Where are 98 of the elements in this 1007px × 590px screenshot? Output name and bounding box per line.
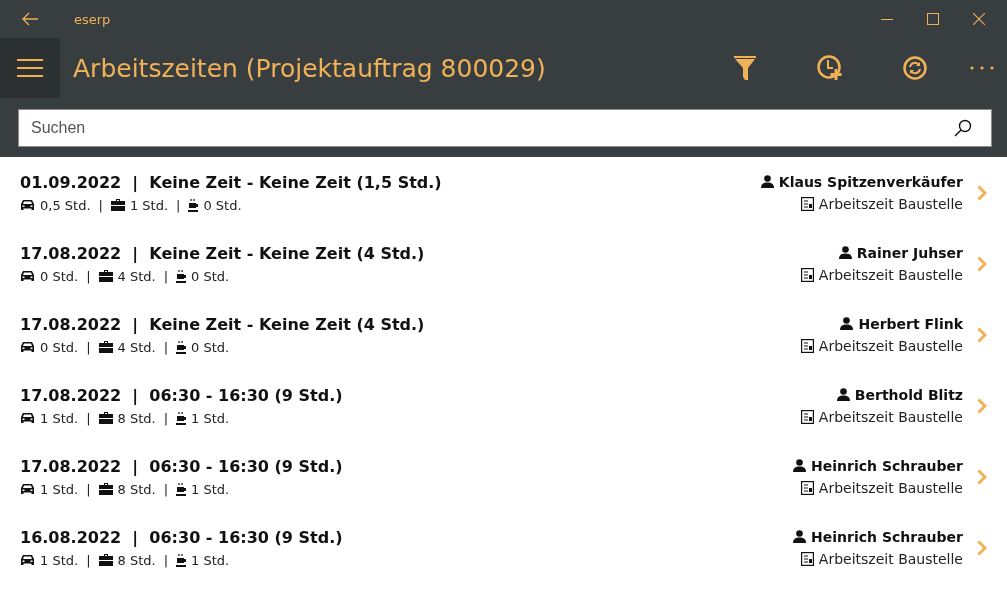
- entry-title: 17.08.2022 | 06:30 - 16:30 (9 Std.): [20, 385, 344, 405]
- chevron-button[interactable]: [977, 326, 987, 343]
- separator-text: |: [163, 410, 169, 426]
- separator-text: |: [86, 552, 91, 568]
- document-icon: [800, 267, 814, 282]
- car-icon: [20, 270, 35, 282]
- time-type: Arbeitszeit Baustelle: [818, 550, 963, 567]
- hours-text: 1 Std.: [129, 197, 169, 213]
- hours-text: 8 Std.: [117, 410, 156, 426]
- document-icon: [800, 409, 814, 424]
- document-icon: [800, 551, 814, 566]
- briefcase-icon: [98, 412, 113, 424]
- menu-icon: [17, 59, 43, 77]
- entry-title: 16.08.2022 | 06:30 - 16:30 (9 Std.): [20, 527, 344, 547]
- hours-text: 1 Std.: [191, 481, 230, 497]
- car-icon: [20, 199, 35, 211]
- person-icon: [836, 388, 850, 401]
- car-icon: [20, 341, 35, 353]
- separator-text: |: [163, 552, 169, 568]
- briefcase-icon: [98, 270, 113, 282]
- hours-text: 0 Std.: [203, 197, 242, 213]
- search-field[interactable]: Suchen: [18, 109, 992, 147]
- hours-text: 8 Std.: [117, 552, 156, 568]
- separator-text: |: [163, 339, 169, 355]
- employee-name: Berthold Blitz: [854, 386, 963, 403]
- separator-text: |: [86, 481, 91, 497]
- person-icon: [838, 246, 852, 259]
- briefcase-icon: [98, 483, 113, 495]
- separator-text: |: [86, 339, 91, 355]
- person-icon: [840, 317, 854, 330]
- hours-text: 4 Std.: [117, 268, 156, 284]
- cup-icon: [176, 553, 187, 567]
- employee-name: Herbert Flink: [858, 315, 963, 332]
- hours-text: 0 Std.: [191, 339, 230, 355]
- hours-text: 1 Std.: [40, 481, 79, 497]
- hours-text: 0,5 Std.: [40, 197, 91, 213]
- employee-name: Heinrich Schrauber: [811, 457, 963, 474]
- entry-title: 01.09.2022 | Keine Zeit - Keine Zeit (1,5 Std.): [20, 172, 443, 192]
- car-icon: [20, 483, 35, 495]
- time-type: Arbeitszeit Baustelle: [818, 408, 963, 425]
- employee-name: Heinrich Schrauber: [811, 528, 963, 545]
- entry-title: 17.08.2022 | Keine Zeit - Keine Zeit (4 Std.): [20, 314, 426, 334]
- window-title: eserp: [74, 11, 112, 27]
- more-icon: [970, 66, 994, 70]
- menu-button[interactable]: [0, 38, 60, 98]
- person-icon: [793, 459, 807, 472]
- minimize-icon: [881, 18, 893, 20]
- chevron-button[interactable]: [977, 255, 987, 272]
- entry-title: 17.08.2022 | 06:30 - 16:30 (9 Std.): [20, 456, 344, 476]
- maximize-icon: [927, 13, 939, 25]
- time-type: Arbeitszeit Baustelle: [818, 479, 963, 496]
- page-title: Arbeitszeiten (Projektauftrag 800029): [73, 53, 547, 83]
- hours-text: 1 Std.: [40, 410, 79, 426]
- chevron-button[interactable]: [977, 468, 987, 485]
- cup-icon: [176, 482, 187, 496]
- cup-icon: [176, 411, 187, 425]
- hours-text: 1 Std.: [191, 410, 230, 426]
- car-icon: [20, 554, 35, 566]
- cup-icon: [188, 198, 199, 212]
- document-icon: [800, 338, 814, 353]
- document-icon: [800, 196, 814, 211]
- back-arrow-icon: [21, 12, 39, 26]
- briefcase-icon: [110, 199, 125, 211]
- close-icon: [973, 13, 985, 25]
- entry-title: 17.08.2022 | Keine Zeit - Keine Zeit (4 Std.): [20, 243, 426, 263]
- filter-icon: [734, 56, 756, 80]
- search-icon[interactable]: [954, 119, 972, 137]
- hours-text: 1 Std.: [191, 552, 230, 568]
- separator-text: |: [163, 481, 169, 497]
- hours-text: 8 Std.: [117, 481, 156, 497]
- cup-icon: [176, 269, 187, 283]
- hours-text: 0 Std.: [40, 268, 79, 284]
- hours-text: 0 Std.: [191, 268, 230, 284]
- hours-text: 1 Std.: [40, 552, 79, 568]
- chevron-button[interactable]: [977, 184, 987, 201]
- hours-text: 0 Std.: [40, 339, 79, 355]
- separator-text: |: [176, 197, 181, 213]
- separator-text: |: [86, 410, 91, 426]
- hours-text: 4 Std.: [117, 339, 156, 355]
- time-type: Arbeitszeit Baustelle: [818, 195, 963, 212]
- chevron-button[interactable]: [977, 539, 987, 556]
- employee-name: Klaus Spitzenverkäufer: [778, 173, 963, 190]
- employee-name: Rainer Juhser: [856, 244, 963, 261]
- briefcase-icon: [98, 341, 113, 353]
- person-icon: [793, 530, 807, 543]
- car-icon: [20, 412, 35, 424]
- time-type: Arbeitszeit Baustelle: [818, 337, 963, 354]
- separator-text: |: [98, 197, 103, 213]
- document-icon: [800, 480, 814, 495]
- person-icon: [760, 175, 774, 188]
- separator-text: |: [86, 268, 91, 284]
- briefcase-icon: [98, 554, 113, 566]
- chevron-button[interactable]: [977, 397, 987, 414]
- time-type: Arbeitszeit Baustelle: [818, 266, 963, 283]
- cup-icon: [176, 340, 187, 354]
- refresh-icon: [903, 56, 927, 80]
- clock-plus-icon: [817, 55, 843, 81]
- separator-text: |: [163, 268, 169, 284]
